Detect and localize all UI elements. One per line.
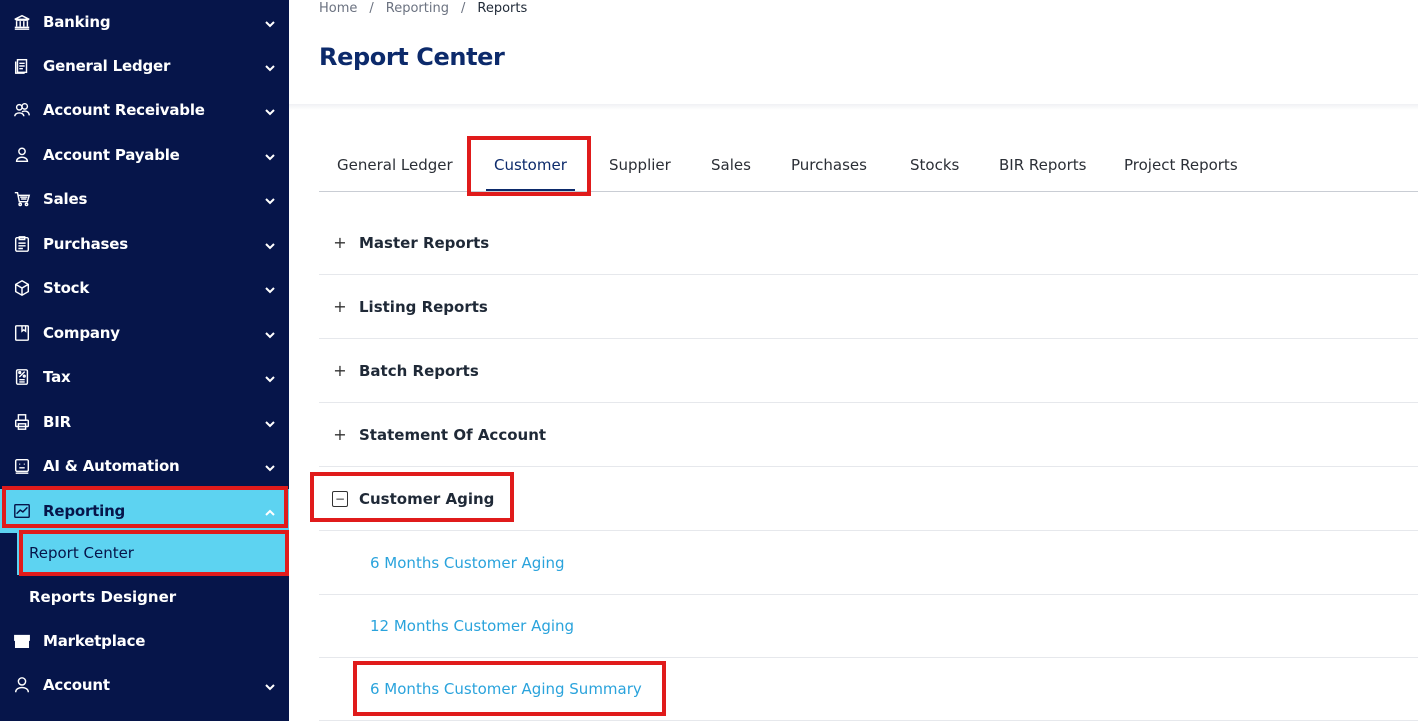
- clipboard-icon: [12, 234, 32, 254]
- cube-icon: [12, 278, 32, 298]
- report-link-6-months-aging[interactable]: 6 Months Customer Aging: [370, 554, 565, 572]
- chevron-down-icon: [264, 371, 276, 383]
- list-item: 6 Months Customer Aging: [319, 531, 1418, 595]
- report-link-6-months-aging-summary[interactable]: 6 Months Customer Aging Summary: [370, 680, 642, 698]
- sidebar-item-label: Sales: [43, 190, 88, 208]
- breadcrumb-current: Reports: [477, 1, 528, 16]
- tab-sales[interactable]: Sales: [711, 141, 751, 189]
- plus-icon[interactable]: +: [332, 233, 348, 252]
- tab-customer[interactable]: Customer: [486, 141, 575, 191]
- sidebar-item-company[interactable]: Company: [0, 311, 289, 355]
- percent-icon: [12, 367, 32, 387]
- sidebar-subitem-label: Reports Designer: [29, 588, 177, 606]
- sidebar-item-bir[interactable]: BIR: [0, 400, 289, 444]
- robot-icon: [12, 456, 32, 476]
- tab-stocks[interactable]: Stocks: [910, 141, 959, 189]
- ledger-icon: [12, 56, 32, 76]
- report-tabs: General Ledger Customer Supplier Sales P…: [319, 141, 1418, 192]
- sidebar-item-ai-automation[interactable]: AI & Automation: [0, 444, 289, 488]
- sidebar-item-label: Tax: [43, 368, 71, 386]
- plus-icon[interactable]: +: [332, 297, 348, 316]
- section-label: Batch Reports: [359, 361, 479, 380]
- section-label: Statement Of Account: [359, 425, 547, 444]
- sidebar-item-account-payable[interactable]: Account Payable: [0, 133, 289, 177]
- breadcrumb: Home / Reporting / Reports: [319, 1, 527, 16]
- page-title: Report Center: [319, 43, 505, 71]
- store-icon: [12, 631, 32, 651]
- sidebar-item-label: Account: [43, 676, 110, 694]
- tab-bir-reports[interactable]: BIR Reports: [999, 141, 1086, 189]
- chevron-down-icon: [264, 193, 276, 205]
- chevron-down-icon: [264, 16, 276, 28]
- sidebar-subitem-reports-designer[interactable]: Reports Designer: [0, 575, 289, 619]
- breadcrumb-separator: /: [460, 1, 466, 16]
- tab-project-reports[interactable]: Project Reports: [1124, 141, 1238, 189]
- minus-icon[interactable]: −: [332, 490, 348, 507]
- sidebar-item-stock[interactable]: Stock: [0, 266, 289, 310]
- section-batch-reports[interactable]: + Batch Reports: [319, 339, 1418, 403]
- breadcrumb-home[interactable]: Home: [319, 1, 357, 16]
- breadcrumb-separator: /: [369, 1, 374, 16]
- section-label: Listing Reports: [359, 297, 488, 316]
- bank-icon: [12, 12, 32, 32]
- bookmark-icon: [12, 323, 32, 343]
- list-item: 6 Months Customer Aging Summary: [319, 657, 1418, 721]
- sidebar-item-general-ledger[interactable]: General Ledger: [0, 44, 289, 88]
- sidebar-item-banking[interactable]: Banking: [0, 0, 289, 44]
- sidebar-item-tax[interactable]: Tax: [0, 355, 289, 399]
- users-icon: [12, 100, 32, 120]
- chart-line-icon: [12, 501, 32, 521]
- sidebar-item-label: Company: [43, 324, 120, 342]
- sidebar-item-label: General Ledger: [43, 57, 171, 75]
- chevron-down-icon: [264, 60, 276, 72]
- sidebar-item-label: BIR: [43, 413, 71, 431]
- printer-icon: [12, 412, 32, 432]
- chevron-down-icon: [264, 104, 276, 116]
- chevron-up-icon: [264, 505, 276, 517]
- person-icon: [12, 675, 32, 695]
- chevron-down-icon: [264, 238, 276, 250]
- chevron-down-icon: [264, 416, 276, 428]
- breadcrumb-reporting[interactable]: Reporting: [386, 1, 449, 16]
- header-divider: [289, 104, 1418, 110]
- cart-icon: [12, 189, 32, 209]
- sidebar-subitem-label: Report Center: [29, 544, 134, 562]
- sidebar-item-label: Marketplace: [43, 632, 146, 650]
- sidebar-item-label: Reporting: [43, 502, 126, 520]
- sidebar-item-label: Banking: [43, 13, 111, 31]
- chevron-down-icon: [264, 460, 276, 472]
- chevron-down-icon: [264, 327, 276, 339]
- sidebar-item-marketplace[interactable]: Marketplace: [0, 619, 289, 663]
- plus-icon[interactable]: +: [332, 361, 348, 380]
- section-customer-aging[interactable]: − Customer Aging: [319, 467, 1418, 531]
- sidebar-item-label: Account Receivable: [43, 101, 205, 119]
- section-label: Customer Aging: [359, 489, 495, 508]
- tab-purchases[interactable]: Purchases: [791, 141, 867, 189]
- section-listing-reports[interactable]: + Listing Reports: [319, 275, 1418, 339]
- chevron-down-icon: [264, 149, 276, 161]
- plus-icon[interactable]: +: [332, 425, 348, 444]
- sidebar-item-sales[interactable]: Sales: [0, 177, 289, 221]
- sidebar: Banking General Ledger Account Receivabl…: [0, 0, 289, 721]
- sidebar-item-label: AI & Automation: [43, 457, 180, 475]
- section-label: Master Reports: [359, 233, 490, 252]
- sidebar-item-label: Purchases: [43, 235, 128, 253]
- sidebar-item-label: Stock: [43, 279, 90, 297]
- sidebar-item-reporting[interactable]: Reporting: [0, 489, 289, 533]
- sidebar-item-account[interactable]: Account: [0, 663, 289, 707]
- sidebar-item-label: Account Payable: [43, 146, 180, 164]
- chevron-down-icon: [264, 679, 276, 691]
- report-link-12-months-aging[interactable]: 12 Months Customer Aging: [370, 617, 574, 635]
- sidebar-subitem-report-center[interactable]: Report Center: [17, 531, 289, 575]
- tab-supplier[interactable]: Supplier: [609, 141, 671, 189]
- sidebar-item-account-receivable[interactable]: Account Receivable: [0, 88, 289, 132]
- chevron-down-icon: [264, 282, 276, 294]
- section-statement-of-account[interactable]: + Statement Of Account: [319, 403, 1418, 467]
- section-master-reports[interactable]: + Master Reports: [319, 211, 1418, 275]
- tab-general-ledger[interactable]: General Ledger: [337, 141, 453, 189]
- list-item: 12 Months Customer Aging: [319, 594, 1418, 658]
- user-icon: [12, 145, 32, 165]
- sidebar-item-purchases[interactable]: Purchases: [0, 222, 289, 266]
